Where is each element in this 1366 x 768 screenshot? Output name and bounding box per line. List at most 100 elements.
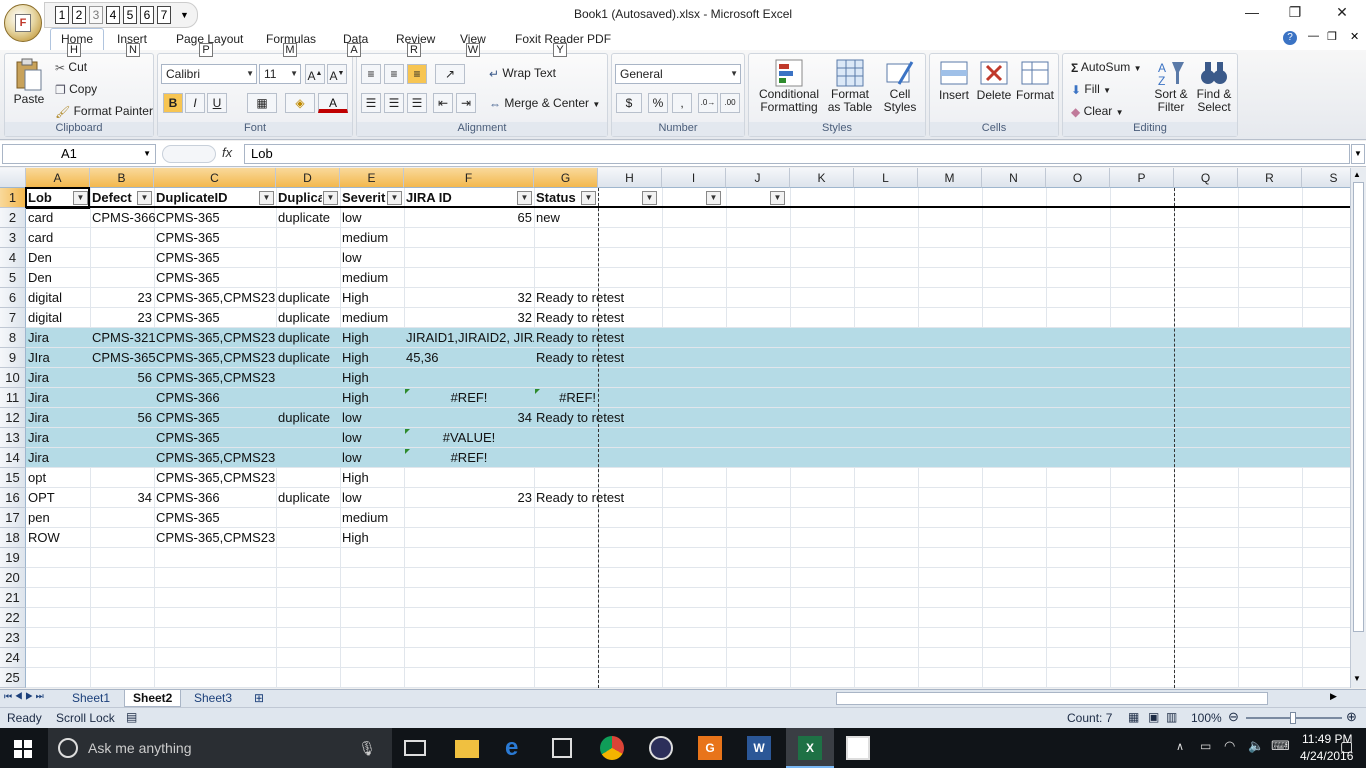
column-header-b[interactable]: B — [90, 168, 154, 188]
row-header[interactable]: 17 — [0, 508, 26, 528]
font-size-select[interactable]: 11 ▼ — [259, 64, 301, 84]
column-header-i[interactable]: I — [662, 168, 726, 188]
row-header[interactable]: 13 — [0, 428, 26, 448]
font-name-select[interactable]: Calibri ▼ — [161, 64, 257, 84]
filter-dropdown-icon[interactable]: ▼ — [73, 191, 88, 205]
cell-jira-number[interactable]: 32 — [404, 288, 534, 308]
row-header[interactable]: 16 — [0, 488, 26, 508]
cell-severity[interactable]: High — [340, 328, 371, 348]
cell-lob[interactable]: ROW — [26, 528, 62, 548]
cut-button[interactable]: ✂ Cut — [55, 60, 87, 75]
sheet-tab-3[interactable]: Sheet3 — [186, 690, 240, 707]
cell-jira-id[interactable]: 45,36 — [404, 348, 534, 368]
header-cell[interactable]: Severit — [340, 188, 386, 208]
clear-button[interactable]: ◆ Clear ▼ — [1071, 104, 1124, 119]
decrease-decimal-icon[interactable]: .00 — [720, 93, 740, 113]
row-header[interactable]: 22 — [0, 608, 26, 628]
row-header[interactable]: 3 — [0, 228, 26, 248]
cell-defect[interactable]: 34 — [90, 488, 154, 508]
zoom-in-icon[interactable]: ⊕ — [1346, 709, 1357, 725]
edge-browser-icon[interactable]: e — [505, 736, 529, 760]
cell-duplicate-id[interactable]: CPMS-365,CPMS23 — [154, 448, 277, 468]
insert-function-icon[interactable]: fx — [222, 145, 232, 160]
cell-duplicate-id[interactable]: CPMS-365 — [154, 268, 222, 288]
cell-defect[interactable]: 23 — [90, 308, 154, 328]
row-header[interactable]: 5 — [0, 268, 26, 288]
filter-dropdown-icon[interactable]: ▼ — [706, 191, 721, 205]
cell-lob[interactable]: Den — [26, 268, 54, 288]
format-cells-button[interactable]: Format — [1014, 58, 1056, 102]
foxit-reader-icon[interactable]: G — [698, 736, 722, 760]
macro-record-icon[interactable]: ▤ — [126, 710, 137, 724]
cell-severity[interactable]: low — [340, 448, 364, 468]
row-header[interactable]: 8 — [0, 328, 26, 348]
vertical-scrollbar[interactable]: ▲ ▼ — [1350, 168, 1366, 688]
cell-severity[interactable]: High — [340, 368, 371, 388]
cell-severity[interactable]: low — [340, 428, 364, 448]
cell-severity[interactable]: High — [340, 528, 371, 548]
row-header[interactable]: 2 — [0, 208, 26, 228]
cell-lob[interactable]: Jira — [26, 368, 51, 388]
cell-lob[interactable]: Jira — [26, 428, 51, 448]
row-header[interactable]: 15 — [0, 468, 26, 488]
cell-lob[interactable]: pen — [26, 508, 52, 528]
merge-center-button[interactable]: ⇔ Merge & Center ▼ — [489, 96, 600, 111]
zoom-out-icon[interactable]: ⊖ — [1228, 709, 1239, 725]
ribbon-close-icon[interactable]: ✕ — [1350, 30, 1359, 43]
cell-duplicate[interactable]: duplicate — [276, 308, 332, 328]
sheet-tab-2[interactable]: Sheet2 — [124, 690, 182, 707]
row-header[interactable]: 25 — [0, 668, 26, 688]
cell-duplicate-id[interactable]: CPMS-365 — [154, 308, 222, 328]
ribbon-restore-icon[interactable]: ❐ — [1327, 30, 1337, 43]
row-header[interactable]: 11 — [0, 388, 26, 408]
eclipse-icon[interactable] — [649, 736, 673, 760]
bold-button[interactable]: B — [163, 93, 183, 113]
chrome-icon[interactable] — [600, 736, 624, 760]
cell-severity[interactable]: low — [340, 408, 364, 428]
conditional-formatting-button[interactable]: Conditional Formatting — [753, 58, 825, 114]
filter-dropdown-icon[interactable]: ▼ — [323, 191, 338, 205]
cell-defect[interactable]: CPMS-321 — [90, 328, 158, 348]
column-header-a[interactable]: A — [26, 168, 90, 188]
currency-button[interactable]: $ — [616, 93, 642, 113]
horizontal-scroll-thumb[interactable] — [836, 692, 1268, 705]
minimize-button[interactable]: — — [1242, 4, 1262, 20]
scroll-down-icon[interactable]: ▼ — [1353, 674, 1361, 683]
close-button[interactable]: ✕ — [1332, 4, 1352, 21]
cell-severity[interactable]: High — [340, 388, 371, 408]
row-header[interactable]: 6 — [0, 288, 26, 308]
cell-defect[interactable]: 56 — [90, 408, 154, 428]
cell-status[interactable]: Ready to retest — [534, 488, 626, 508]
cell-duplicate-id[interactable]: CPMS-366 — [154, 388, 222, 408]
align-top-icon[interactable]: ≡ — [361, 64, 381, 84]
cell-jira-id[interactable]: #VALUE! — [404, 428, 534, 448]
filter-dropdown-icon[interactable]: ▼ — [642, 191, 657, 205]
fill-color-icon[interactable]: ◈ — [285, 93, 315, 113]
header-cell[interactable]: Defect — [90, 188, 136, 208]
cell-styles-button[interactable]: Cell Styles — [877, 58, 923, 114]
align-middle-icon[interactable]: ≡ — [384, 64, 404, 84]
expand-formula-bar-icon[interactable]: ▼ — [1351, 144, 1365, 164]
cell-jira-number[interactable]: 23 — [404, 488, 534, 508]
copy-button[interactable]: ❐ Copy — [55, 82, 97, 97]
page-break-view-icon[interactable]: ▥ — [1166, 710, 1177, 724]
cell-severity[interactable]: medium — [340, 308, 390, 328]
column-header-j[interactable]: J — [726, 168, 790, 188]
cell-duplicate-id[interactable]: CPMS-365,CPMS23 — [154, 328, 277, 348]
cell-severity[interactable]: High — [340, 288, 371, 308]
autosum-button[interactable]: Σ AutoSum ▼ — [1071, 60, 1142, 75]
row-header[interactable]: 19 — [0, 548, 26, 568]
sheet-tab-1[interactable]: Sheet1 — [64, 690, 118, 707]
cell-severity[interactable]: low — [340, 488, 364, 508]
cell-defect[interactable]: CPMS-366 — [90, 208, 158, 228]
cell-jira-number[interactable]: 32 — [404, 308, 534, 328]
filter-dropdown-icon[interactable]: ▼ — [517, 191, 532, 205]
cell-lob[interactable]: Jira — [26, 408, 51, 428]
store-icon[interactable] — [552, 738, 572, 758]
align-left-icon[interactable]: ☰ — [361, 93, 381, 113]
restore-button[interactable]: ❐ — [1285, 4, 1305, 21]
row-header[interactable]: 23 — [0, 628, 26, 648]
increase-decimal-icon[interactable]: .0→ — [698, 93, 718, 113]
column-header-o[interactable]: O — [1046, 168, 1110, 188]
column-header-d[interactable]: D — [276, 168, 340, 188]
